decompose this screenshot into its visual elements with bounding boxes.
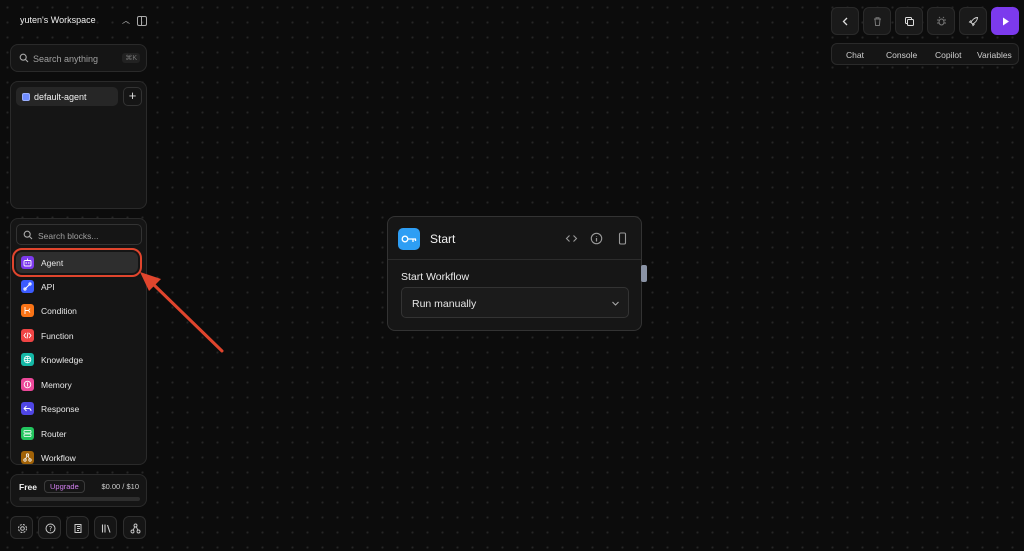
annotation-arrow	[140, 272, 224, 353]
